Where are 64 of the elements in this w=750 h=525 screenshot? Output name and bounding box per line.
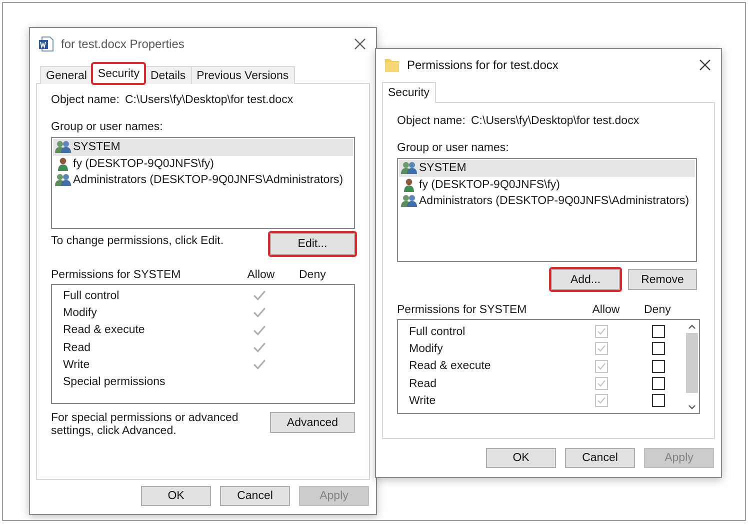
tab[interactable]: Security: [92, 63, 146, 84]
permission-name: Read: [63, 342, 92, 354]
user-list-item[interactable]: fy (DESKTOP-9Q0JNFS\fy): [53, 156, 353, 172]
allow-header: Allow: [246, 269, 276, 281]
folder-icon: [384, 56, 400, 72]
user-list-item[interactable]: Administrators (DESKTOP-9Q0JNFS\Administrators): [399, 193, 695, 210]
user-list-item[interactable]: fy (DESKTOP-9Q0JNFS\fy): [399, 176, 695, 193]
deny-header: Deny: [643, 304, 672, 316]
window-title: Permissions for for test.docx: [407, 58, 560, 72]
permission-name: Full control: [409, 326, 466, 338]
allow-header: Allow: [591, 304, 621, 316]
list-button[interactable]: Remove: [628, 269, 697, 290]
permission-name: Write: [409, 394, 437, 407]
change-permissions-note: To change permissions, click Edit.: [51, 234, 224, 247]
deny-checkbox[interactable]: [652, 342, 664, 356]
window-title: for test.docx Properties: [61, 36, 186, 50]
user-group-icon: [401, 194, 417, 208]
dialog-button[interactable]: OK: [141, 486, 211, 506]
dialog-button[interactable]: Cancel: [565, 448, 635, 468]
object-name-label: Object name:: [51, 94, 120, 106]
user-group-icon: [401, 161, 417, 176]
group-label: Group or user names:: [397, 142, 510, 154]
dialog-button[interactable]: Cancel: [220, 486, 290, 506]
user-group-icon: [55, 173, 71, 188]
tab[interactable]: Security: [382, 82, 436, 103]
user-list-item[interactable]: Administrators (DESKTOP-9Q0JNFS\Administrators): [53, 172, 353, 188]
user-list-item[interactable]: SYSTEM: [53, 139, 353, 156]
deny-checkbox[interactable]: [652, 394, 664, 408]
user-icon: [55, 156, 71, 171]
scrollbar-thumb[interactable]: [686, 333, 698, 393]
group-label: Group or user names:: [51, 121, 164, 133]
permission-name: Read & execute: [63, 324, 146, 336]
list-button[interactable]: Add...: [551, 269, 620, 290]
deny-header: Deny: [298, 269, 327, 281]
advanced-button[interactable]: Advanced: [270, 412, 355, 433]
close-icon[interactable]: [354, 38, 366, 50]
scroll-down-icon[interactable]: [688, 405, 696, 410]
object-name-label: Object name:: [397, 115, 466, 127]
permission-name: Special permissions: [63, 376, 166, 388]
user-group-icon: [55, 140, 71, 154]
permission-name: Full control: [63, 290, 120, 302]
permission-name: Write: [63, 358, 91, 371]
edit-button[interactable]: Edit...: [270, 233, 355, 255]
user-list-item[interactable]: SYSTEM: [399, 160, 695, 176]
tab[interactable]: General: [40, 66, 93, 84]
permission-name: Read: [409, 378, 438, 390]
dialog-button[interactable]: OK: [486, 448, 556, 468]
deny-checkbox[interactable]: [652, 377, 664, 390]
deny-checkbox[interactable]: [652, 325, 664, 338]
permission-name: Modify: [409, 342, 444, 355]
tab[interactable]: Details: [144, 66, 192, 84]
close-icon[interactable]: [699, 58, 711, 70]
scroll-up-icon[interactable]: [688, 324, 696, 329]
permission-name: Read & execute: [409, 360, 492, 372]
tab[interactable]: Previous Versions: [190, 66, 295, 84]
permission-name: Modify: [63, 306, 98, 319]
deny-checkbox[interactable]: [652, 360, 664, 373]
permissions-label: Permissions for SYSTEM: [51, 269, 182, 281]
object-name-value: C:\Users\fy\Desktop\for test.docx: [471, 115, 640, 127]
object-name-value: C:\Users\fy\Desktop\for test.docx: [125, 94, 294, 106]
user-icon: [401, 178, 417, 192]
advanced-note: For special permissions or advanced settings, click Advanced.: [51, 412, 240, 438]
permissions-label: Permissions for SYSTEM: [397, 304, 528, 316]
document-icon: [38, 36, 54, 52]
